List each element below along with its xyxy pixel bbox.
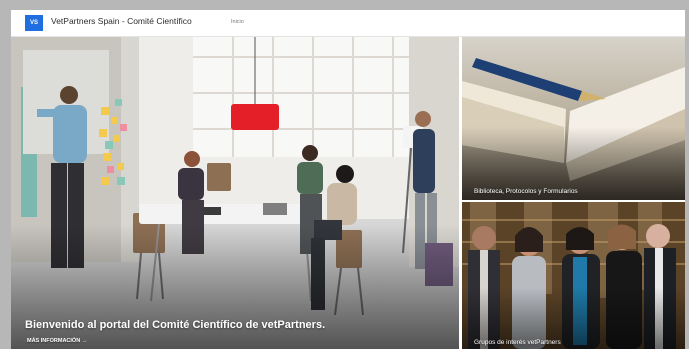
library-caption[interactable]: Biblioteca, Protocolos y Formularios <box>474 188 578 195</box>
interest-groups-tile[interactable]: Grupos de interés vetPartners <box>462 202 685 349</box>
interest-groups-caption[interactable]: Grupos de interés vetPartners <box>474 339 561 346</box>
nav-home-link[interactable]: Inicio <box>231 19 244 25</box>
page-frame: VS VetPartners Spain - Comité Científico… <box>11 10 685 349</box>
hero-title[interactable]: Bienvenido al portal del Comité Científi… <box>25 319 325 331</box>
more-info-link[interactable]: MÁS INFORMACIÓN → <box>27 338 87 344</box>
office-meeting-image <box>11 37 459 349</box>
hero-card[interactable]: Bienvenido al portal del Comité Científi… <box>11 37 459 349</box>
site-title[interactable]: VetPartners Spain - Comité Científico <box>51 16 192 26</box>
site-header: VS VetPartners Spain - Comité Científico… <box>11 10 685 37</box>
library-tile[interactable]: Biblioteca, Protocolos y Formularios <box>462 37 685 200</box>
site-logo[interactable]: VS <box>25 15 43 31</box>
books-image <box>462 37 685 200</box>
team-image <box>462 202 685 349</box>
